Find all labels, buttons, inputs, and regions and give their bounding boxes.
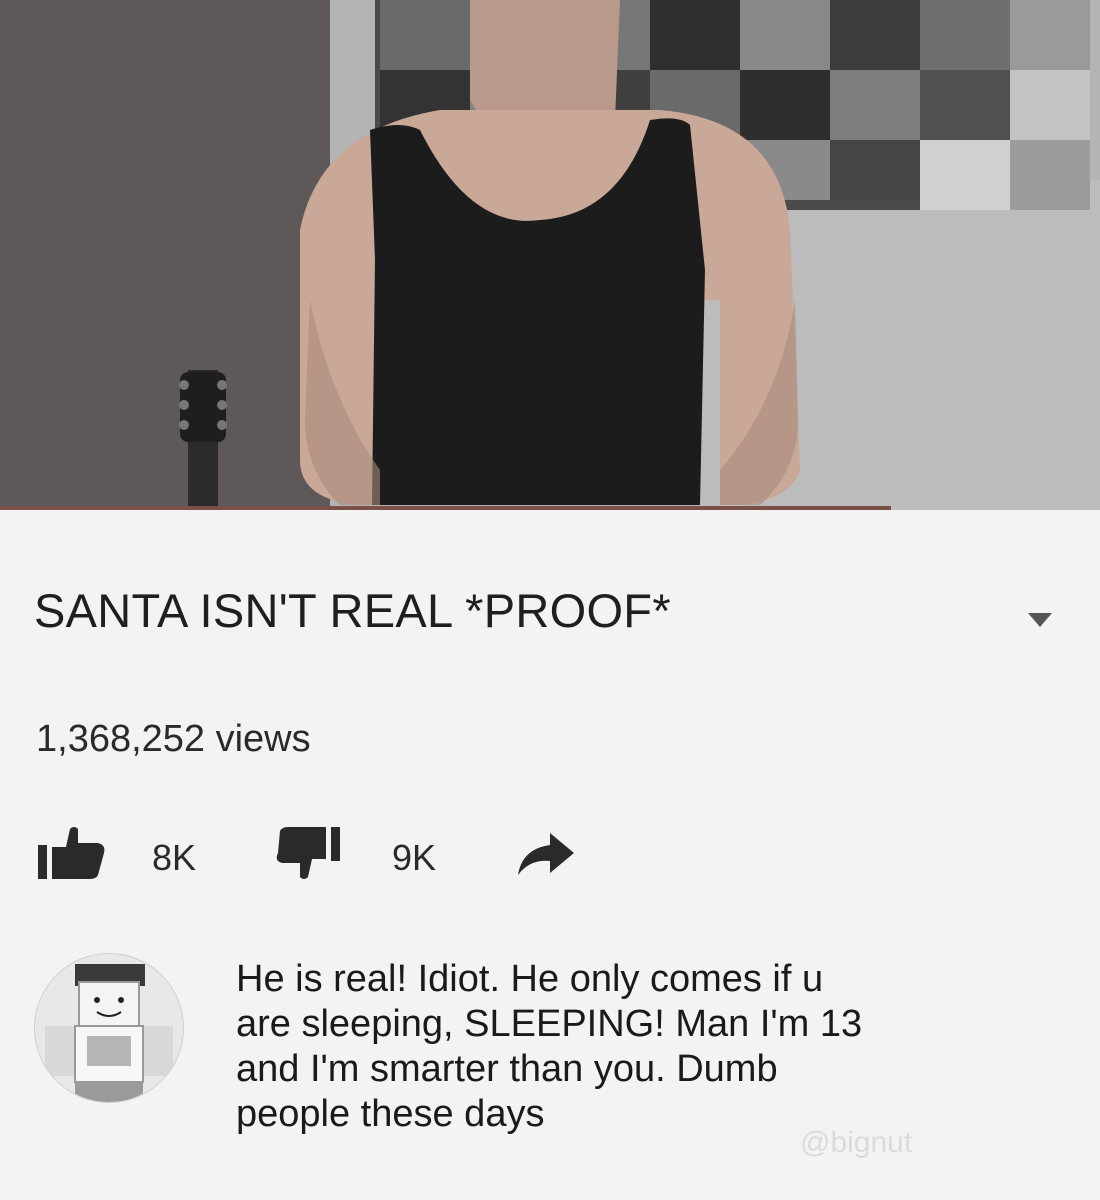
video-progress-bar[interactable] [0,506,891,510]
share-button[interactable] [514,825,584,885]
comment-line: He is real! Idiot. He only comes if u [236,958,824,1000]
chevron-down-icon [1028,613,1052,627]
view-count: 1,368,252 views [36,718,311,760]
comment-text: He is real! Idiot. He only comes if u ar… [236,957,1056,1137]
thumbs-down-icon [276,827,340,879]
roblox-character-avatar-image [35,954,183,1102]
commenter-avatar[interactable] [34,953,184,1103]
video-progress-remaining [891,507,1100,510]
comment-line: and I'm smarter than you. Dumb [236,1048,778,1090]
dislike-count: 9K [392,837,437,878]
like-count: 8K [152,837,197,878]
expand-description-button[interactable] [1020,605,1060,635]
like-button[interactable]: 8K [36,825,236,885]
video-frame-image [0,0,1100,510]
dislike-button[interactable]: 9K [276,825,476,885]
thumbs-up-icon [38,827,105,879]
video-thumbnail[interactable] [0,0,1100,510]
video-title: SANTA ISN'T REAL *PROOF* [34,584,671,637]
comment-line: are sleeping, SLEEPING! Man I'm 13 [236,1003,863,1045]
comment-line: people these days [236,1093,545,1135]
video-actions: 8K 9K [36,825,656,885]
watermark: @bignut [800,1126,913,1159]
share-arrow-icon [518,833,574,875]
